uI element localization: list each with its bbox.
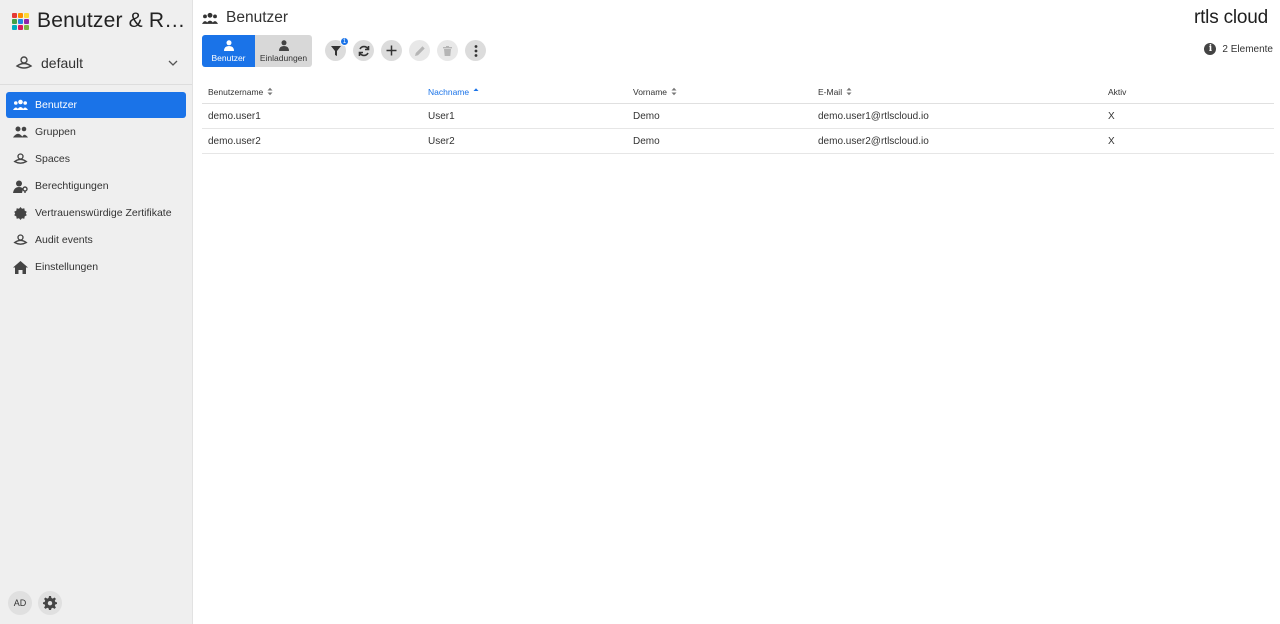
brand-logo: rtls cloud [1193, 7, 1268, 28]
table-row[interactable]: demo.user1 User1 Demo demo.user1@rtlsclo… [202, 104, 1274, 129]
table-header: Benutzername Nachname Vorname E-Mail Akt… [202, 80, 1274, 104]
app-grid-cell [12, 24, 17, 30]
sidebar-item-label: Spaces [35, 153, 71, 165]
cell-vorname: Demo [633, 135, 660, 147]
column-header-benutzername[interactable]: Benutzername [202, 87, 422, 97]
sidebar-item-gruppen[interactable]: Gruppen [6, 119, 186, 145]
settings-button[interactable] [38, 591, 62, 615]
cell-aktiv: X [1108, 110, 1115, 122]
sidebar-item-audit-events[interactable]: Audit events [6, 227, 186, 253]
column-header-email[interactable]: E-Mail [812, 87, 1102, 97]
toggle-users-button[interactable]: Benutzer [202, 35, 255, 67]
sidebar-divider [0, 84, 192, 85]
users-icon [202, 12, 218, 24]
cell-vorname: Demo [633, 110, 660, 122]
more-icon [474, 44, 477, 57]
chevron-down-icon [168, 60, 178, 66]
app-grid-cell [24, 18, 29, 24]
key-user-icon [13, 180, 28, 193]
sidebar-item-einstellungen[interactable]: Einstellungen [6, 254, 186, 280]
column-header-vorname[interactable]: Vorname [627, 87, 812, 97]
cell-email: demo.user2@rtlscloud.io [818, 135, 929, 147]
user-icon [223, 39, 234, 51]
space-selector-value: default [41, 55, 84, 71]
sidebar-item-zertifikate[interactable]: Vertrauenswürdige Zertifikate [6, 200, 186, 226]
column-header-label: Nachname [428, 86, 470, 97]
users-icon [13, 99, 28, 112]
app-grid-icon[interactable] [12, 12, 29, 30]
column-header-label: E-Mail [818, 86, 843, 97]
home-icon [13, 260, 28, 274]
sort-icon [846, 87, 852, 96]
sidebar-item-label: Gruppen [35, 126, 76, 138]
audit-icon [13, 234, 28, 247]
cell-benutzername: demo.user1 [208, 110, 261, 122]
toggle-invitations-button[interactable]: Einladungen [255, 35, 312, 67]
sort-ascending-icon [473, 88, 479, 91]
app-grid-cell [24, 12, 29, 18]
app-title-text: Benutzer & Re... [37, 9, 190, 32]
app-grid-cell [18, 24, 23, 30]
delete-icon [443, 45, 452, 56]
gear-icon [43, 596, 57, 610]
users-table: Benutzername Nachname Vorname E-Mail Akt… [202, 80, 1274, 154]
toggle-users-label: Benutzer [211, 52, 246, 63]
filter-button[interactable]: 1 [325, 37, 349, 61]
cell-nachname: User1 [428, 110, 455, 122]
filter-badge: 1 [340, 37, 349, 46]
sidebar-item-label: Audit events [35, 234, 93, 246]
group-icon [13, 126, 28, 139]
spaces-icon [15, 56, 33, 69]
toggle-invitations-label: Einladungen [259, 52, 308, 63]
filter-icon [330, 45, 341, 56]
sidebar-item-spaces[interactable]: Spaces [6, 146, 186, 172]
app-grid-cell [12, 18, 17, 24]
user-icon [278, 39, 289, 51]
sidebar-item-label: Berechtigungen [35, 180, 109, 192]
add-button[interactable] [381, 40, 402, 61]
app-grid-cell [18, 12, 23, 18]
cell-aktiv: X [1108, 135, 1115, 147]
page-title-text: Benutzer [226, 9, 289, 26]
app-title: Benutzer & Re... [12, 8, 190, 34]
item-count-text: 2 Elemente [1222, 43, 1273, 55]
app-grid-cell [12, 12, 17, 18]
column-header-label: Benutzername [208, 86, 264, 97]
spaces-icon [13, 153, 28, 166]
item-count: i 2 Elemente [1204, 43, 1273, 55]
add-icon [386, 45, 397, 56]
sidebar-item-benutzer[interactable]: Benutzer [6, 92, 186, 118]
sidebar-item-label: Vertrauenswürdige Zertifikate [35, 207, 172, 219]
cell-email: demo.user1@rtlscloud.io [818, 110, 929, 122]
edit-button[interactable] [409, 40, 430, 61]
delete-button[interactable] [437, 40, 458, 61]
page-title: Benutzer [202, 8, 288, 28]
info-icon: i [1204, 43, 1217, 55]
sidebar-item-label: Einstellungen [35, 261, 99, 273]
certificate-icon [13, 206, 28, 220]
edit-icon [414, 45, 425, 56]
cell-benutzername: demo.user2 [208, 135, 261, 147]
space-selector[interactable]: default [10, 50, 185, 76]
column-header-label: Vorname [633, 86, 668, 97]
avatar[interactable]: AD [8, 591, 32, 615]
view-toggle: Benutzer Einladungen [202, 35, 312, 67]
column-header-nachname[interactable]: Nachname [422, 87, 627, 97]
column-header-label: Aktiv [1108, 86, 1127, 97]
more-button[interactable] [465, 40, 486, 61]
app-grid-cell [18, 18, 23, 24]
sort-icon [671, 87, 677, 96]
refresh-button[interactable] [353, 40, 374, 61]
sidebar-item-label: Benutzer [35, 99, 78, 111]
app-grid-cell [24, 24, 29, 30]
sidebar-nav: Benutzer Gruppen Spaces Berechtigungen V… [6, 92, 186, 281]
table-row[interactable]: demo.user2 User2 Demo demo.user2@rtlsclo… [202, 129, 1274, 154]
sort-icon [267, 87, 273, 96]
refresh-icon [358, 45, 369, 56]
cell-nachname: User2 [428, 135, 455, 147]
column-header-aktiv: Aktiv [1102, 87, 1274, 97]
sidebar: Benutzer & Re... default Benutzer Gruppe… [0, 0, 193, 624]
sidebar-item-berechtigungen[interactable]: Berechtigungen [6, 173, 186, 199]
